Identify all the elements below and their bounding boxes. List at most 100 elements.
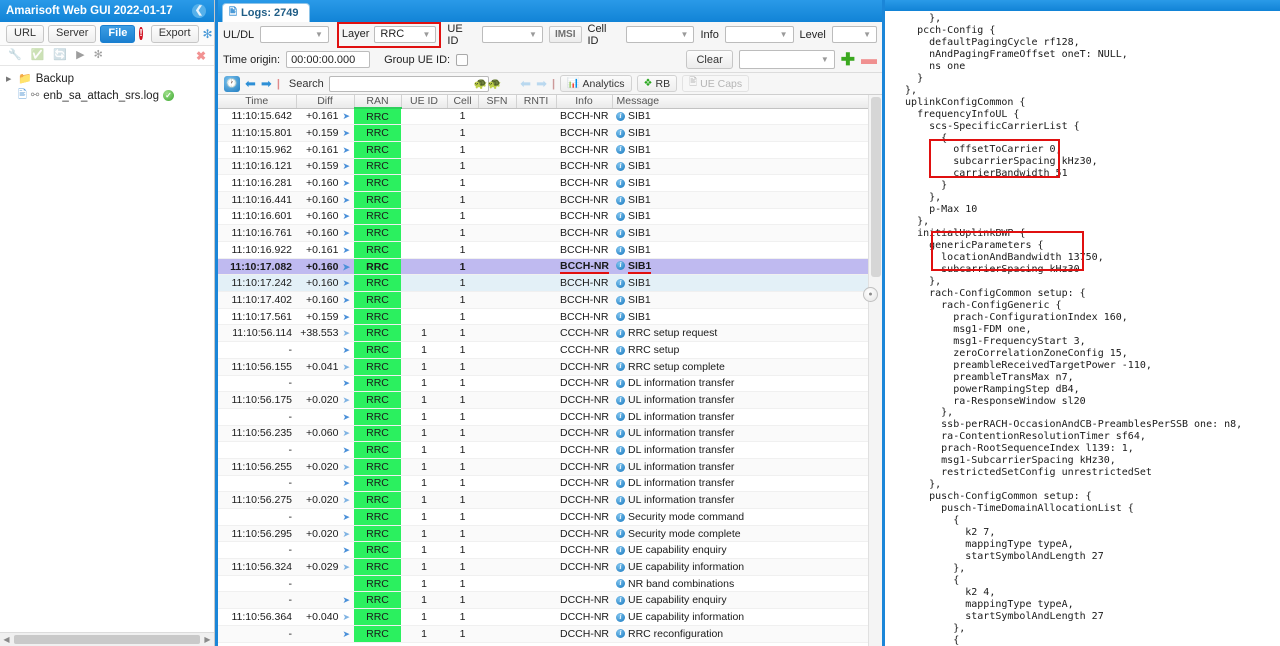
table-row[interactable]: - ➤ RRC 1 1 DCCH-NR i DL information transfer (218, 408, 868, 426)
table-row[interactable]: 11:10:56.275 +0.020 ➤ RRC 1 1 DCCH-NR i UL infor… (218, 491, 868, 509)
chevron-right-icon[interactable]: ▶ (6, 75, 14, 83)
close-icon[interactable]: ✖ (196, 49, 206, 63)
table-row[interactable]: 11:10:16.601 +0.160 ➤ RRC 1 BCCH-NR i SIB1 (218, 208, 868, 226)
table-row[interactable]: - ➤ RRC 1 1 DCCH-NR i RRC reconfiguration (218, 625, 868, 643)
col-message[interactable]: Message (612, 95, 868, 109)
add-preset-icon[interactable]: ✚ (841, 51, 855, 68)
panel-splitter-handle[interactable]: ● (863, 287, 878, 302)
cell-diff: ➤ (296, 541, 354, 560)
direction-ul-icon: ➤ (342, 294, 350, 305)
analytics-button[interactable]: 📊 Analytics (560, 75, 632, 92)
table-row[interactable]: 11:10:56.324 +0.029 ➤ RRC 1 1 DCCH-NR i UE capab… (218, 558, 868, 576)
table-row[interactable]: 11:10:56.364 +0.040 ➤ RRC 1 1 DCCH-NR i UE capab… (218, 608, 868, 626)
cell-message: i UL information transfer (612, 391, 868, 409)
table-row[interactable]: - ➤ RRC 1 1 CCCH-NR i RRC setup (218, 341, 868, 359)
binoculars-icon[interactable]: 🐢🐢 (474, 77, 501, 90)
table-row[interactable]: 11:10:17.402 +0.160 ➤ RRC 1 BCCH-NR i SIB1 (218, 291, 868, 309)
refresh-icon[interactable]: 🔄 (53, 50, 67, 61)
plug-icon[interactable]: ✻ (203, 28, 213, 40)
collapse-panel-icon[interactable]: ❮ (192, 4, 206, 18)
direction-ul-icon: ➤ (342, 595, 350, 606)
table-row[interactable]: - ➤ RRC 1 1 DCCH-NR i DL information transfer (218, 441, 868, 459)
col-time[interactable]: Time (218, 95, 297, 109)
time-origin-input[interactable]: 00:00:00.000 (286, 51, 371, 68)
plug-small-icon[interactable]: ✻ (94, 50, 103, 61)
col-info[interactable]: Info (556, 95, 613, 109)
tree-item-backup[interactable]: ▶ 📁 Backup (0, 70, 214, 87)
clock-icon[interactable]: 🕐 (224, 75, 240, 92)
col-diff[interactable]: Diff (296, 95, 355, 109)
table-row[interactable]: 11:10:16.281 +0.160 ➤ RRC 1 BCCH-NR i SIB1 (218, 174, 868, 192)
group-ueid-checkbox[interactable] (456, 53, 469, 66)
check-circle-icon[interactable]: ✅ (31, 50, 45, 61)
table-row[interactable]: 11:10:56.114 +38.553 ➤ RRC 1 1 CCCH-NR i RRC set… (218, 324, 868, 343)
cell-cell: 1 (447, 558, 478, 576)
cell-time: - (218, 475, 296, 493)
col-ran[interactable]: RAN (354, 95, 402, 109)
error-icon[interactable]: ! (139, 27, 143, 40)
table-row[interactable]: - ➤ RRC 1 1 DCCH-NR i UE capability enquiry (218, 591, 868, 610)
scroll-left-icon[interactable]: ◀ (0, 635, 13, 644)
wrench-icon[interactable]: 🔧 (8, 50, 22, 61)
level-select[interactable]: ▼ (831, 26, 877, 43)
table-row[interactable]: - ➤ RRC 1 1 DCCH-NR i Security mode command (218, 508, 868, 526)
url-button[interactable]: URL (6, 24, 45, 43)
preset-select[interactable]: ▼ (738, 50, 835, 69)
col-ueid[interactable]: UE ID (401, 95, 448, 109)
search-prev-icon[interactable]: ⬅ (520, 76, 531, 92)
table-row[interactable]: - ➤ RRC 1 1 DCCH-NR i DL information transfer (218, 375, 868, 393)
cell-message: i DL information transfer (612, 475, 868, 493)
server-button[interactable]: Server (48, 24, 97, 43)
search-next-icon[interactable]: ➡ (536, 76, 547, 92)
search-input[interactable] (328, 75, 489, 92)
imsi-button[interactable]: IMSI (548, 26, 582, 43)
info-select[interactable]: ▼ (724, 26, 794, 43)
table-row[interactable]: 11:10:56.235 +0.060 ➤ RRC 1 1 DCCH-NR i UL infor… (218, 425, 868, 443)
table-row[interactable]: 11:10:56.295 +0.020 ➤ RRC 1 1 DCCH-NR i Security… (218, 525, 868, 543)
col-cell[interactable]: Cell (447, 95, 479, 109)
table-row[interactable]: 11:10:15.642 +0.161 ➤ RRC 1 BCCH-NR i SIB1 (218, 108, 868, 126)
table-row[interactable]: - ➤ RRC 1 1 DCCH-NR i UE capability enquiry (218, 541, 868, 560)
table-row[interactable]: 11:10:15.801 +0.159 ➤ RRC 1 BCCH-NR i SIB1 (218, 124, 868, 142)
table-row[interactable]: 11:10:15.962 +0.161 ➤ RRC 1 BCCH-NR i SIB1 (218, 141, 868, 159)
left-horizontal-scrollbar[interactable]: ◀ ▶ (0, 632, 214, 646)
col-sfn[interactable]: SFN (478, 95, 517, 109)
table-row[interactable]: 11:10:56.175 +0.020 ➤ RRC 1 1 DCCH-NR i UL infor… (218, 391, 868, 409)
table-row[interactable]: 11:10:16.761 +0.160 ➤ RRC 1 BCCH-NR i SIB1 (218, 224, 868, 242)
table-row[interactable]: 11:10:17.561 +0.159 ➤ RRC 1 BCCH-NR i SIB1 (218, 308, 868, 326)
scroll-thumb[interactable] (871, 97, 881, 277)
nav-back-icon[interactable]: ⬅ (245, 76, 256, 92)
remove-preset-icon[interactable]: ▬ (861, 51, 877, 68)
tab-logs[interactable]: 🖹 Logs: 2749 (222, 3, 310, 22)
direction-ul-icon: ➤ (342, 128, 350, 139)
ueid-select[interactable]: ▼ (482, 26, 543, 43)
nav-forward-icon[interactable]: ➡ (261, 76, 272, 92)
clear-button[interactable]: Clear (686, 50, 733, 69)
cell-message: i SIB1 (612, 274, 868, 293)
table-row[interactable]: 11:10:17.082 +0.160 ➤ RRC 1 BCCH-NR i SIB1 (218, 258, 868, 276)
scroll-thumb[interactable] (14, 635, 200, 644)
cellid-select[interactable]: ▼ (625, 26, 695, 43)
log-vertical-scrollbar[interactable]: ● (863, 95, 882, 646)
col-rnti[interactable]: RNTI (516, 95, 557, 109)
ue-caps-button[interactable]: 🖹 UE Caps (682, 75, 750, 92)
table-row[interactable]: - RRC 1 1 i NR band combinations (218, 575, 868, 593)
table-row[interactable]: 11:10:16.922 +0.161 ➤ RRC 1 BCCH-NR i SIB1 (218, 241, 868, 259)
table-row[interactable]: 11:10:16.121 +0.159 ➤ RRC 1 BCCH-NR i SIB1 (218, 158, 868, 176)
table-row[interactable]: 11:10:56.255 +0.020 ➤ RRC 1 1 DCCH-NR i UL infor… (218, 458, 868, 476)
tree-item-logfile[interactable]: 🖹 ⚯ enb_sa_attach_srs.log ✓ (0, 87, 214, 104)
folder-icon: 📁 (18, 73, 32, 85)
table-row[interactable]: - ➤ RRC 1 1 DCCH-NR i DL information transfer (218, 475, 868, 493)
table-row[interactable]: 11:10:16.441 +0.160 ➤ RRC 1 BCCH-NR i SIB1 (218, 191, 868, 209)
cell-info: DCCH-NR (556, 425, 612, 443)
table-row[interactable]: 11:10:56.155 +0.041 ➤ RRC 1 1 DCCH-NR i RRC setu… (218, 358, 868, 376)
play-icon[interactable]: ▶ (76, 50, 84, 61)
uldl-select[interactable]: ▼ (260, 26, 329, 43)
layer-select[interactable]: RRC ▼ (374, 25, 437, 43)
rb-button[interactable]: ❖ RB (636, 75, 678, 92)
cell-ran: RRC (354, 358, 401, 376)
export-button[interactable]: Export (150, 24, 199, 43)
scroll-right-icon[interactable]: ▶ (201, 635, 214, 644)
table-row[interactable]: 11:10:17.242 +0.160 ➤ RRC 1 BCCH-NR i SIB1 (218, 274, 868, 293)
file-button[interactable]: File (100, 24, 136, 43)
